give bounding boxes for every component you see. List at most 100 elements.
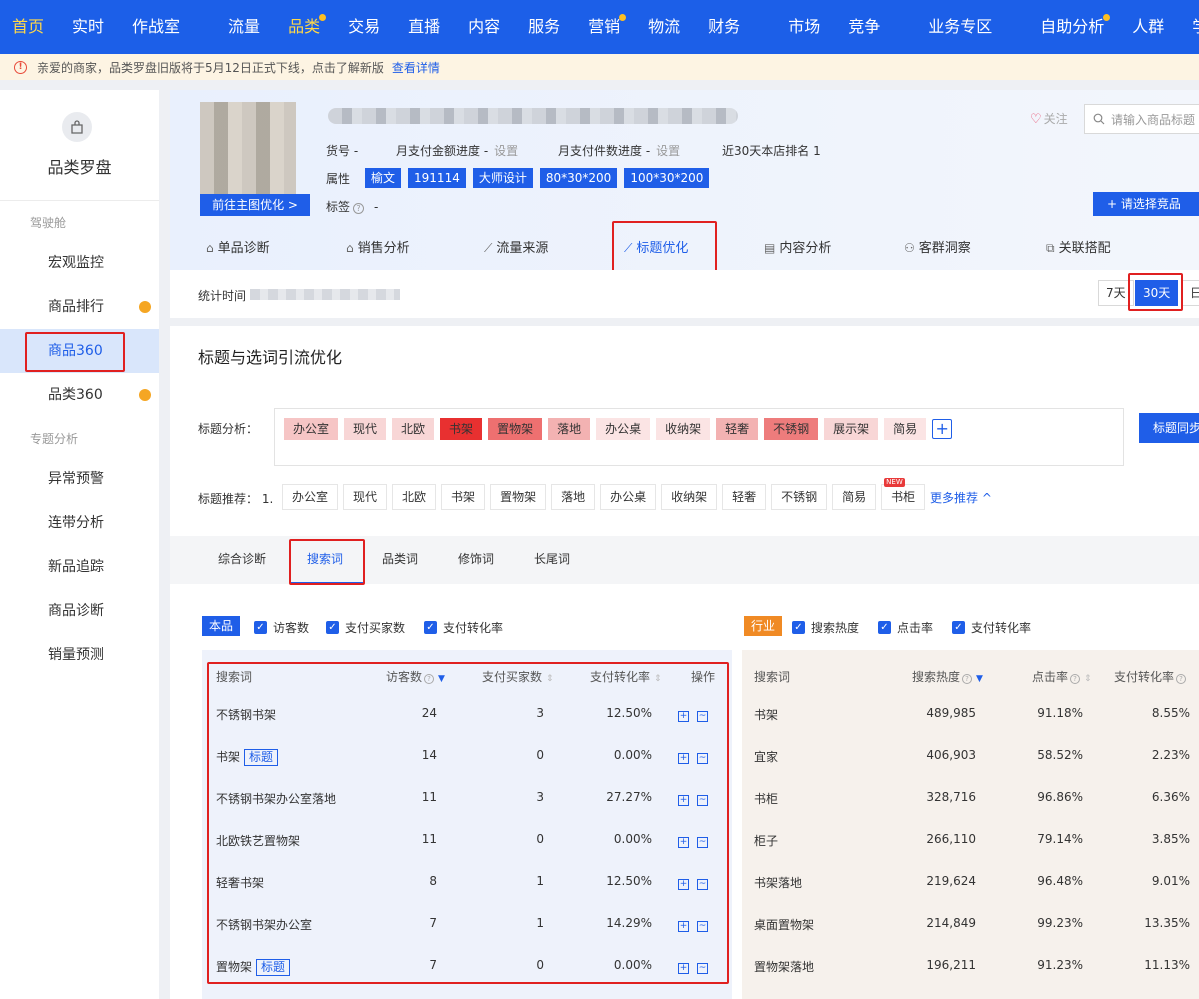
recommend-word-chip[interactable]: 办公桌 bbox=[600, 484, 657, 510]
title-word-chip[interactable]: 轻奢 bbox=[716, 418, 759, 440]
nav-content[interactable]: 内容 bbox=[454, 0, 514, 54]
add-icon[interactable]: + bbox=[678, 753, 689, 764]
pay-count-set-link[interactable]: 设置 bbox=[656, 144, 680, 158]
subtab-modifier-words[interactable]: 修饰词 bbox=[458, 550, 494, 567]
tab-traffic-source[interactable]: ⟋ 流量来源 bbox=[484, 228, 548, 268]
trend-chart-icon[interactable]: ~ bbox=[697, 711, 708, 722]
title-sync-button[interactable]: 标题同步 bbox=[1139, 413, 1199, 443]
col-ctr[interactable]: 点击率? ⇕ bbox=[1032, 668, 1092, 685]
add-icon[interactable]: + bbox=[678, 837, 689, 848]
recommend-word-chip[interactable]: 现代 bbox=[343, 484, 388, 510]
sidebar-item-macro[interactable]: 宏观监控 bbox=[0, 241, 159, 285]
nav-live[interactable]: 直播 bbox=[394, 0, 454, 54]
recommend-word-chip[interactable]: 书架 bbox=[441, 484, 486, 510]
tab-sales-analysis[interactable]: ⌂ 销售分析 bbox=[346, 228, 410, 268]
subtab-longtail-words[interactable]: 长尾词 bbox=[534, 550, 570, 567]
nav-logistics[interactable]: 物流 bbox=[634, 0, 694, 54]
add-icon[interactable]: + bbox=[678, 795, 689, 806]
recommend-word-chip[interactable]: 轻奢 bbox=[722, 484, 767, 510]
tab-customer-insight[interactable]: ⚇ 客群洞察 bbox=[904, 228, 971, 268]
add-icon[interactable]: + bbox=[678, 711, 689, 722]
title-word-chip[interactable]: 办公室 bbox=[284, 418, 339, 440]
col-visitors[interactable]: 访客数? ▼ bbox=[386, 668, 445, 685]
title-word-chip[interactable]: 书架 bbox=[440, 418, 483, 440]
nav-traffic[interactable]: 流量 bbox=[214, 0, 274, 54]
range-day-button[interactable]: 日 bbox=[1182, 280, 1199, 306]
sidebar-item-category360[interactable]: 品类360 bbox=[0, 373, 159, 417]
pay-amount-set-link[interactable]: 设置 bbox=[494, 144, 518, 158]
sidebar-item-product360[interactable]: 商品360 bbox=[0, 329, 159, 373]
help-icon[interactable]: ? bbox=[353, 203, 365, 214]
recommend-word-chip[interactable]: 办公室 bbox=[282, 484, 339, 510]
trend-chart-icon[interactable]: ~ bbox=[697, 921, 708, 932]
check-search-heat[interactable]: ✓ 搜索热度 bbox=[792, 619, 859, 636]
nav-learn[interactable]: 学 bbox=[1178, 0, 1199, 54]
sidebar-item-new-tracking[interactable]: 新品追踪 bbox=[0, 545, 159, 589]
check-ctr[interactable]: ✓ 点击率 bbox=[878, 619, 933, 636]
nav-finance[interactable]: 财务 bbox=[694, 0, 754, 54]
trend-chart-icon[interactable]: ~ bbox=[697, 795, 708, 806]
title-word-chip[interactable]: 落地 bbox=[548, 418, 591, 440]
nav-war-room[interactable]: 作战室 bbox=[118, 0, 194, 54]
recommend-word-chip[interactable]: 落地 bbox=[551, 484, 596, 510]
title-word-chip[interactable]: 北欧 bbox=[392, 418, 435, 440]
col-conversion[interactable]: 支付转化率 ⇕ bbox=[590, 668, 662, 685]
title-word-chip[interactable]: 不锈钢 bbox=[764, 418, 819, 440]
select-competitor-button[interactable]: + 请选择竞品 bbox=[1093, 192, 1199, 216]
title-word-chip[interactable]: 展示架 bbox=[824, 418, 879, 440]
nav-business-zone[interactable]: 业务专区 bbox=[914, 0, 1006, 54]
add-icon[interactable]: + bbox=[678, 963, 689, 974]
recommend-word-chip[interactable]: 不锈钢 bbox=[771, 484, 828, 510]
main-image-optimize-button[interactable]: 前往主图优化 > bbox=[200, 194, 310, 216]
title-word-chip[interactable]: 收纳架 bbox=[656, 418, 711, 440]
recommend-word-chip[interactable]: 书柜 NEW bbox=[881, 478, 926, 510]
title-word-chip[interactable]: 办公桌 bbox=[596, 418, 651, 440]
recommend-word-chip[interactable]: 收纳架 bbox=[661, 484, 718, 510]
recommend-word-chip[interactable]: 简易 bbox=[832, 484, 877, 510]
recommend-word-chip[interactable]: 置物架 bbox=[490, 484, 547, 510]
tab-related-match[interactable]: ⧉ 关联搭配 bbox=[1046, 228, 1111, 268]
nav-marketing[interactable]: 营销 bbox=[574, 0, 634, 54]
title-word-chip[interactable]: 置物架 bbox=[488, 418, 543, 440]
check-buyers[interactable]: ✓ 支付买家数 bbox=[326, 619, 405, 636]
sidebar-item-ranking[interactable]: 商品排行 bbox=[0, 285, 159, 329]
subtab-overall[interactable]: 综合诊断 bbox=[218, 550, 266, 567]
follow-button[interactable]: ♡ 关注 bbox=[1030, 110, 1068, 127]
nav-trade[interactable]: 交易 bbox=[334, 0, 394, 54]
nav-self-analysis[interactable]: 自助分析 bbox=[1026, 0, 1118, 54]
tab-single-diagnosis[interactable]: ⌂ 单品诊断 bbox=[206, 228, 270, 268]
nav-home[interactable]: 首页 bbox=[0, 0, 58, 54]
product-search-input[interactable]: 请输入商品标题 bbox=[1084, 104, 1199, 134]
sidebar-item-forecast[interactable]: 销量预测 bbox=[0, 633, 159, 677]
sidebar-item-association[interactable]: 连带分析 bbox=[0, 501, 159, 545]
add-icon[interactable]: + bbox=[678, 879, 689, 890]
nav-service[interactable]: 服务 bbox=[514, 0, 574, 54]
nav-market[interactable]: 市场 bbox=[774, 0, 834, 54]
add-icon[interactable]: + bbox=[678, 921, 689, 932]
check-industry-conversion[interactable]: ✓ 支付转化率 bbox=[952, 619, 1031, 636]
sidebar-item-diagnosis[interactable]: 商品诊断 bbox=[0, 589, 159, 633]
range-7d-button[interactable]: 7天 bbox=[1098, 280, 1134, 306]
more-recommend-link[interactable]: 更多推荐 ^ bbox=[930, 489, 992, 506]
col-search-heat[interactable]: 搜索热度? ▼ bbox=[912, 668, 983, 685]
nav-realtime[interactable]: 实时 bbox=[58, 0, 118, 54]
col-industry-conversion[interactable]: 支付转化率? bbox=[1114, 668, 1187, 685]
tab-title-optimize[interactable]: ⟋ 标题优化 bbox=[624, 228, 688, 268]
range-30d-button[interactable]: 30天 bbox=[1135, 280, 1179, 306]
title-word-chip[interactable]: 现代 bbox=[344, 418, 387, 440]
nav-category[interactable]: 品类 bbox=[274, 0, 334, 54]
recommend-word-chip[interactable]: 北欧 bbox=[392, 484, 437, 510]
tab-content-analysis[interactable]: ▤ 内容分析 bbox=[764, 228, 831, 268]
check-visitors[interactable]: ✓ 访客数 bbox=[254, 619, 309, 636]
col-buyers[interactable]: 支付买家数 ⇕ bbox=[482, 668, 554, 685]
nav-competition[interactable]: 竞争 bbox=[834, 0, 894, 54]
subtab-search-words[interactable]: 搜索词 bbox=[307, 550, 343, 567]
sidebar-item-anomaly[interactable]: 异常预警 bbox=[0, 457, 159, 501]
trend-chart-icon[interactable]: ~ bbox=[697, 963, 708, 974]
title-word-chip[interactable]: 简易 bbox=[884, 418, 927, 440]
trend-chart-icon[interactable]: ~ bbox=[697, 879, 708, 890]
subtab-category-words[interactable]: 品类词 bbox=[382, 550, 418, 567]
notice-link[interactable]: 查看详情 bbox=[392, 59, 440, 76]
check-conversion[interactable]: ✓ 支付转化率 bbox=[424, 619, 503, 636]
trend-chart-icon[interactable]: ~ bbox=[697, 753, 708, 764]
